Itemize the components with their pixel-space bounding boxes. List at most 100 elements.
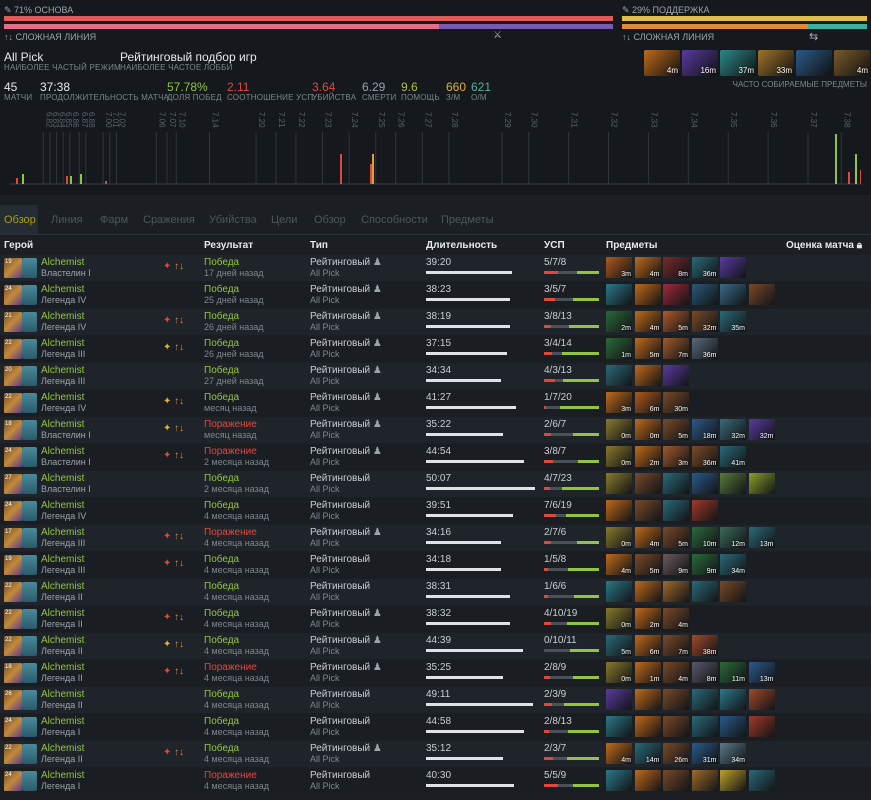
- item-icon[interactable]: 38m: [691, 635, 718, 656]
- item-icon[interactable]: [634, 716, 661, 737]
- table-row[interactable]: 18 Alchemist Властелин I ✦ ↑↓ Поражение месяц…: [0, 417, 871, 443]
- item-icon[interactable]: [663, 284, 689, 305]
- item-icon[interactable]: 0m: [606, 662, 632, 683]
- item-icon[interactable]: 5m: [634, 554, 661, 575]
- item-icon[interactable]: 4m: [663, 662, 689, 683]
- tab-0[interactable]: Обзор: [4, 214, 36, 226]
- hero-name[interactable]: Alchemist: [41, 635, 84, 646]
- item-icon[interactable]: 31m: [691, 743, 718, 764]
- match-result[interactable]: Победа: [204, 554, 239, 565]
- tab-5[interactable]: Цели: [271, 214, 297, 226]
- table-row[interactable]: 22 Alchemist Легенда IV ✦ ↑↓ Победа месяц наз…: [0, 390, 871, 416]
- match-result[interactable]: Поражение: [204, 446, 257, 457]
- table-row[interactable]: 21 Alchemist Легенда IV ✦ ↑↓ Победа 26 дней н…: [0, 309, 871, 335]
- table-row[interactable]: 19 Alchemist Властелин I ✦ ↑↓ Победа 17 дней …: [0, 255, 871, 281]
- hero-name[interactable]: Alchemist: [41, 770, 84, 781]
- col-rating[interactable]: Оценка матча 🔒︎: [786, 240, 862, 251]
- item-icon[interactable]: [748, 770, 775, 791]
- item-icon[interactable]: 41m: [720, 446, 746, 467]
- item-icon[interactable]: [691, 581, 718, 602]
- item-icon[interactable]: [720, 284, 746, 305]
- item-icon[interactable]: [663, 473, 689, 494]
- item-icon[interactable]: [691, 770, 718, 791]
- hero-name[interactable]: Alchemist: [41, 500, 84, 511]
- item-icon[interactable]: [691, 473, 718, 494]
- item-icon[interactable]: 4m: [634, 311, 661, 332]
- hero-name[interactable]: Alchemist: [41, 338, 84, 349]
- item-icon[interactable]: 36m: [691, 338, 718, 359]
- item-icon[interactable]: 18m: [691, 419, 718, 440]
- col-type[interactable]: Тип: [310, 240, 328, 251]
- match-result[interactable]: Победа: [204, 338, 239, 349]
- table-row[interactable]: 18 Alchemist Легенда II ✦ ↑↓ Поражение 4 меся…: [0, 660, 871, 686]
- item-icon[interactable]: [606, 770, 632, 791]
- item-icon[interactable]: [634, 770, 661, 791]
- col-items[interactable]: Предметы: [606, 240, 657, 251]
- item-icon[interactable]: 3m: [663, 446, 689, 467]
- table-row[interactable]: 22 Alchemist Легенда II ✦ ↑↓ Победа 4 месяца …: [0, 606, 871, 632]
- item-icon[interactable]: [634, 500, 661, 521]
- match-result[interactable]: Победа: [204, 473, 239, 484]
- col-kda[interactable]: УСП: [544, 240, 565, 251]
- item-icon[interactable]: [720, 770, 746, 791]
- table-row[interactable]: 24 Alchemist Легенда IV Победа 4 месяца наза…: [0, 498, 871, 524]
- match-result[interactable]: Поражение: [204, 419, 257, 430]
- item-icon[interactable]: [634, 581, 661, 602]
- item-icon[interactable]: [663, 716, 689, 737]
- item-icon[interactable]: 32m: [720, 419, 746, 440]
- item-icon[interactable]: 4m: [663, 608, 689, 629]
- item-icon[interactable]: 9m: [663, 554, 689, 575]
- item-icon[interactable]: 32m: [691, 311, 718, 332]
- item-icon[interactable]: [606, 689, 632, 710]
- tab-7[interactable]: Способности: [361, 214, 428, 226]
- item-icon[interactable]: 7m: [663, 338, 689, 359]
- item-icon[interactable]: 6m: [634, 392, 661, 413]
- match-result[interactable]: Победа: [204, 500, 239, 511]
- item-icon[interactable]: 36m: [691, 257, 718, 278]
- popular-item[interactable]: 33m: [758, 50, 794, 76]
- item-icon[interactable]: 2m: [606, 311, 632, 332]
- item-icon[interactable]: 12m: [720, 527, 746, 548]
- match-result[interactable]: Победа: [204, 392, 239, 403]
- table-row[interactable]: 22 Alchemist Легенда III ✦ ↑↓ Победа 26 дней …: [0, 336, 871, 362]
- item-icon[interactable]: 8m: [691, 662, 718, 683]
- item-icon[interactable]: 4m: [634, 527, 661, 548]
- popular-item[interactable]: [796, 50, 832, 76]
- item-icon[interactable]: [634, 284, 661, 305]
- item-icon[interactable]: [720, 581, 746, 602]
- item-icon[interactable]: [606, 284, 632, 305]
- item-icon[interactable]: [663, 581, 689, 602]
- hero-name[interactable]: Alchemist: [41, 527, 84, 538]
- hero-name[interactable]: Alchemist: [41, 311, 84, 322]
- item-icon[interactable]: [634, 473, 661, 494]
- tab-3[interactable]: Сражения: [143, 214, 195, 226]
- table-row[interactable]: 22 Alchemist Легенда II Победа 4 месяца наза…: [0, 579, 871, 605]
- item-icon[interactable]: [720, 473, 746, 494]
- match-result[interactable]: Поражение: [204, 770, 257, 781]
- item-icon[interactable]: 32m: [748, 419, 775, 440]
- item-icon[interactable]: 34m: [720, 743, 746, 764]
- item-icon[interactable]: 5m: [663, 311, 689, 332]
- hero-name[interactable]: Alchemist: [41, 473, 84, 484]
- match-result[interactable]: Победа: [204, 257, 239, 268]
- hero-name[interactable]: Alchemist: [41, 446, 84, 457]
- item-icon[interactable]: 0m: [634, 419, 661, 440]
- item-icon[interactable]: [663, 770, 689, 791]
- hero-name[interactable]: Alchemist: [41, 743, 84, 754]
- table-row[interactable]: 26 Alchemist Легенда II Победа 4 месяца наза…: [0, 687, 871, 713]
- item-icon[interactable]: [663, 365, 689, 386]
- item-icon[interactable]: [720, 257, 746, 278]
- item-icon[interactable]: 13m: [748, 527, 775, 548]
- item-icon[interactable]: 4m: [606, 743, 632, 764]
- table-row[interactable]: 27 Alchemist Властелин I Победа 2 месяца наз…: [0, 471, 871, 497]
- item-icon[interactable]: [720, 716, 746, 737]
- item-icon[interactable]: 6m: [634, 635, 661, 656]
- table-row[interactable]: 24 Alchemist Легенда I Победа 4 месяца назад…: [0, 714, 871, 740]
- item-icon[interactable]: [691, 500, 718, 521]
- item-icon[interactable]: [748, 689, 775, 710]
- hero-name[interactable]: Alchemist: [41, 689, 84, 700]
- table-row[interactable]: 22 Alchemist Легенда II ✦ ↑↓ Победа 4 месяца …: [0, 741, 871, 767]
- table-row[interactable]: 22 Alchemist Легенда II ✦ ↑↓ Победа 4 месяца …: [0, 633, 871, 659]
- item-icon[interactable]: 0m: [606, 446, 632, 467]
- item-icon[interactable]: 5m: [663, 527, 689, 548]
